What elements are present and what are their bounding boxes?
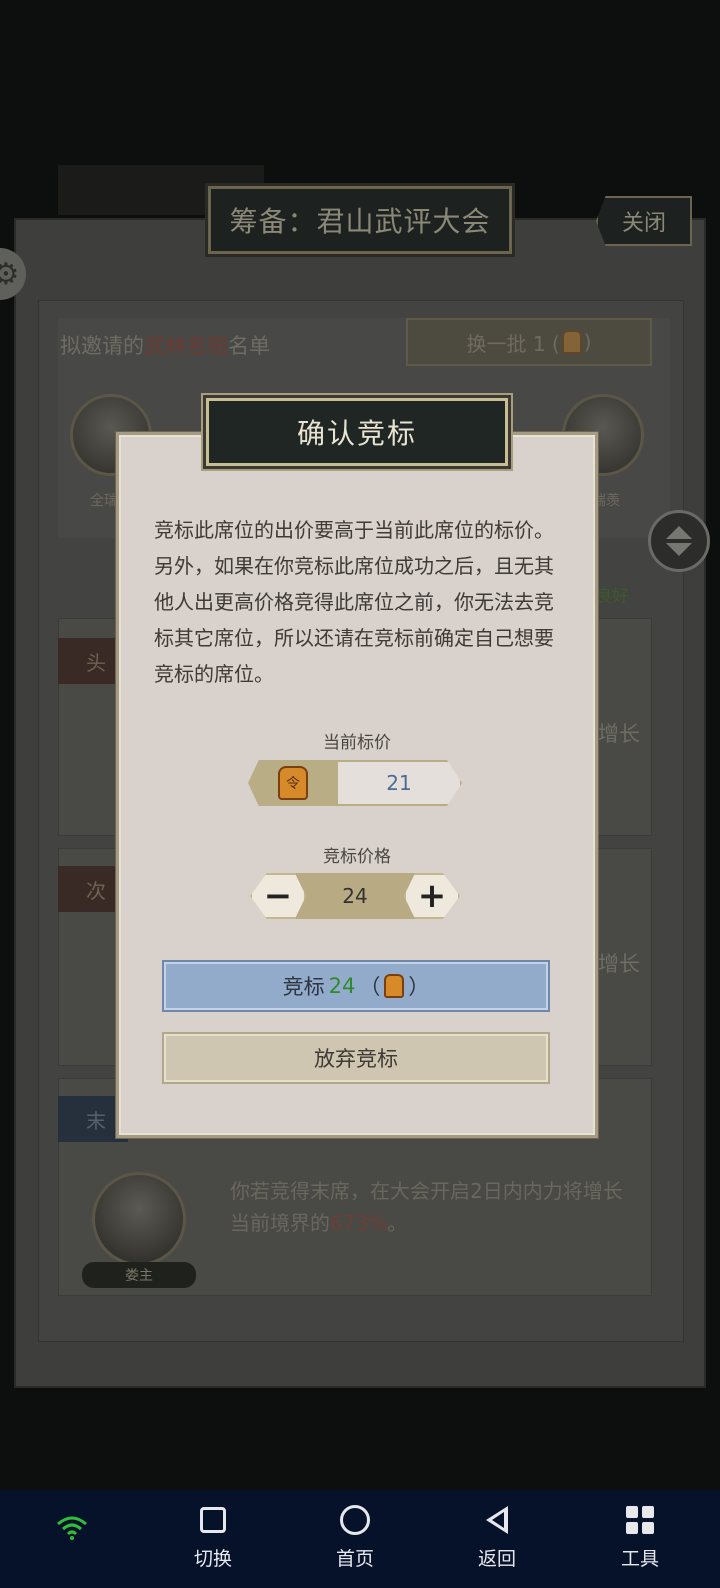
- current-price-label: 当前标价: [323, 733, 391, 753]
- bid-price-label: 竞标价格: [323, 847, 391, 867]
- current-price-value: 21: [338, 760, 462, 806]
- invitee-name-left: 全瑞: [90, 493, 118, 509]
- chevron-up-icon: [666, 526, 692, 539]
- dialog-title: 确认竞标: [206, 398, 508, 466]
- nav-switch-button[interactable]: 切换: [173, 1500, 253, 1580]
- gold-token-icon: [384, 974, 405, 998]
- circle-icon: [340, 1505, 370, 1535]
- chevron-down-icon: [666, 543, 692, 556]
- bid-button[interactable]: 竞标 24 （ ）: [162, 960, 550, 1012]
- nav-home-button[interactable]: 首页: [315, 1500, 395, 1580]
- dialog-description: 竞标此席位的出价要高于当前此席位的标价。另外，如果在你竞标此席位成功之后，且无其…: [154, 518, 554, 686]
- wifi-icon: [57, 1516, 87, 1540]
- seat-head-growth-text: 增长: [598, 722, 640, 746]
- scroll-toggle-button[interactable]: [648, 510, 710, 572]
- gold-token-icon: [561, 330, 582, 354]
- close-button[interactable]: 关闭: [596, 196, 692, 246]
- grid-icon: [626, 1506, 654, 1534]
- background-title: 筹备：君山武评大会: [208, 186, 512, 254]
- end-seat-avatar-name: 娄主: [82, 1262, 196, 1288]
- square-icon: [200, 1507, 226, 1533]
- seat-second-growth-text: 增长: [598, 952, 640, 976]
- bid-price-value: 24: [342, 884, 368, 908]
- invite-list-label: 拟邀请的武林名宿名单: [60, 334, 270, 358]
- nav-back-button[interactable]: 返回: [457, 1500, 537, 1580]
- end-seat-description: 你若竞得末席，在大会开启2日内内力将增长 当前境界的673%。: [230, 1179, 623, 1235]
- bid-button-amount: 24: [328, 974, 356, 998]
- give-up-bid-button[interactable]: 放弃竞标: [162, 1032, 550, 1084]
- gold-token-icon: 令: [278, 766, 308, 800]
- nav-tools-button[interactable]: 工具: [600, 1500, 680, 1580]
- back-icon: [486, 1506, 508, 1534]
- current-price-display: 令 21: [248, 760, 462, 806]
- refresh-batch-button[interactable]: 换一批 1 ( ): [406, 318, 652, 366]
- bid-price-stepper: − 24 +: [250, 873, 460, 919]
- end-seat-avatar[interactable]: [92, 1172, 186, 1266]
